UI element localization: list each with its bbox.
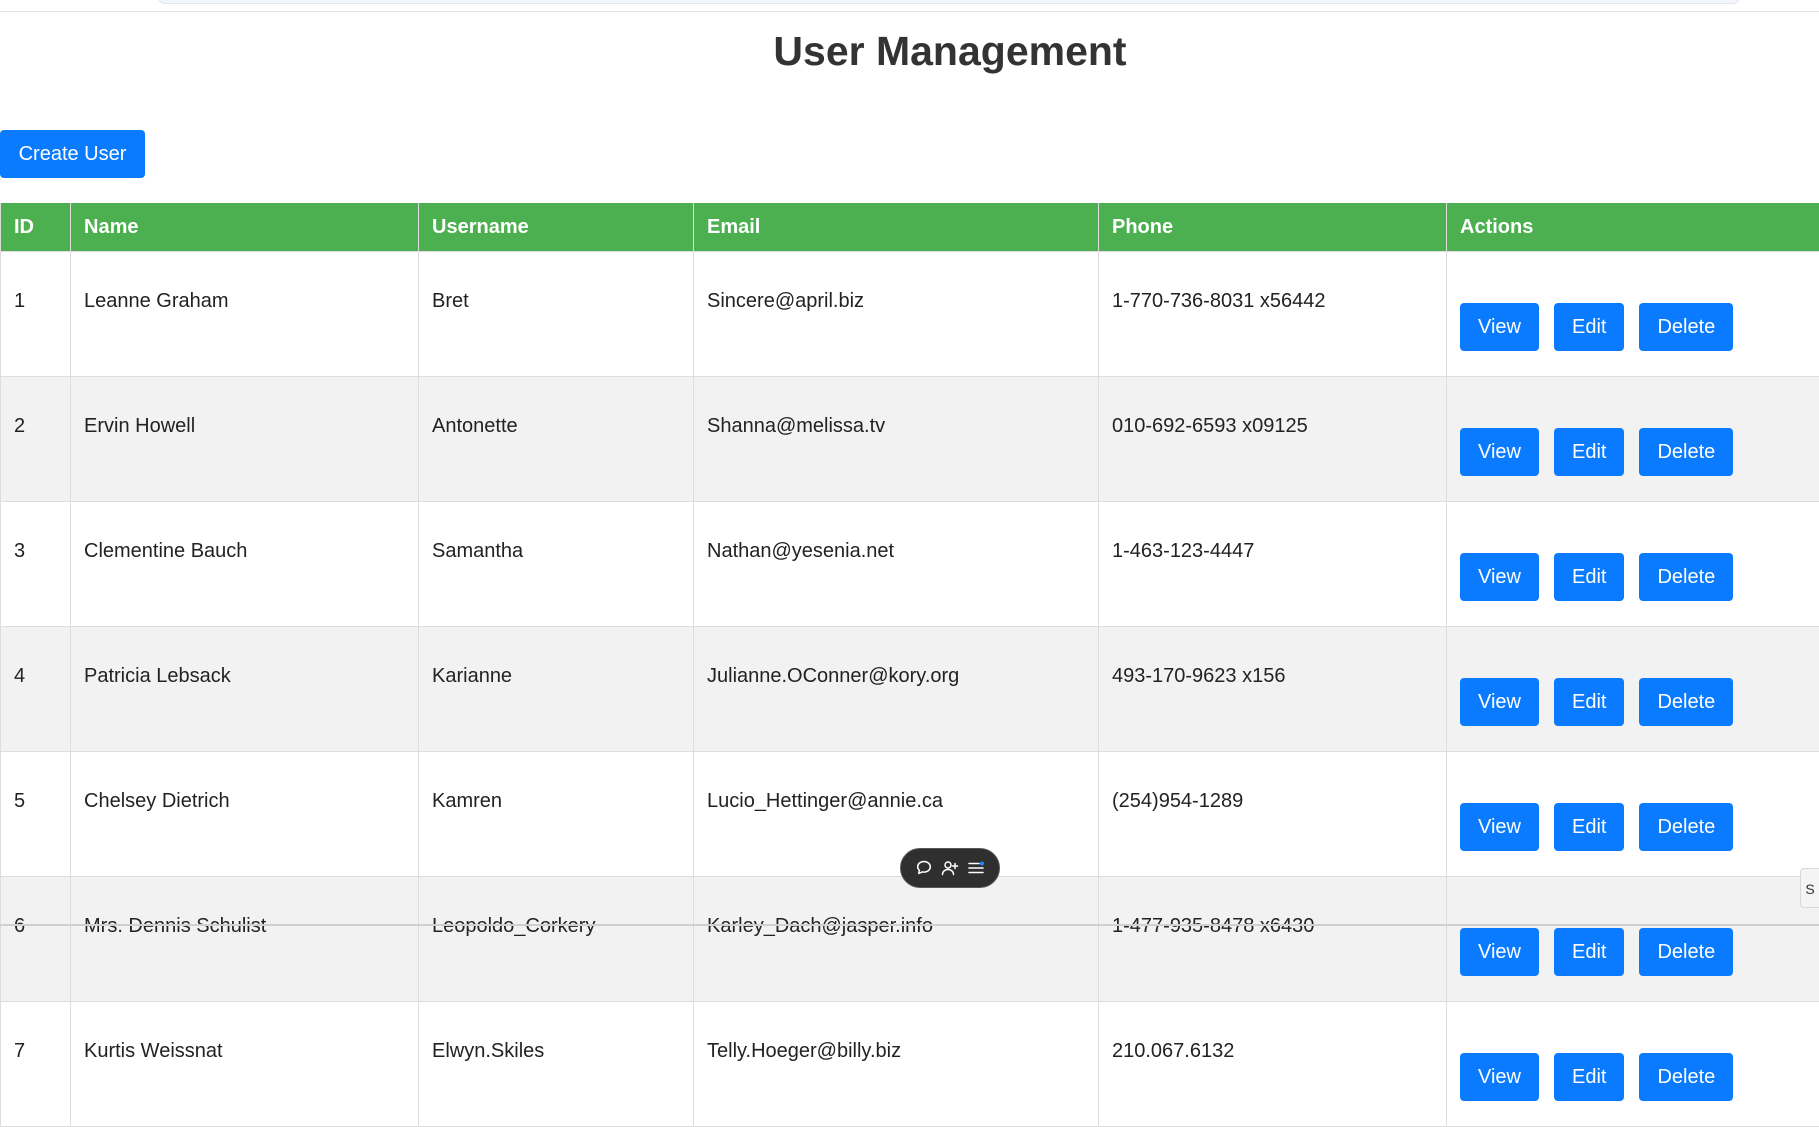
cell-name: Leanne Graham	[71, 252, 419, 377]
edit-button[interactable]: Edit	[1554, 303, 1624, 351]
cell-id: 5	[1, 752, 71, 877]
cell-id: 1	[1, 252, 71, 377]
cell-email: Nathan@yesenia.net	[694, 502, 1099, 627]
cell-id: 7	[1, 1002, 71, 1127]
floating-toolbar	[900, 848, 1000, 888]
cell-phone: 493-170-9623 x156	[1099, 627, 1447, 752]
view-button[interactable]: View	[1460, 553, 1539, 601]
cell-actions: View Edit Delete	[1447, 377, 1819, 502]
browser-top-strip	[0, 0, 1819, 12]
create-user-button[interactable]: Create User	[0, 130, 145, 178]
cell-email: Sincere@april.biz	[694, 252, 1099, 377]
cell-name: Clementine Bauch	[71, 502, 419, 627]
add-user-icon[interactable]	[939, 857, 961, 879]
header-phone: Phone	[1099, 203, 1447, 252]
delete-button[interactable]: Delete	[1639, 303, 1733, 351]
cell-phone: 210.067.6132	[1099, 1002, 1447, 1127]
view-button[interactable]: View	[1460, 1053, 1539, 1101]
cell-email: Telly.Hoeger@billy.biz	[694, 1002, 1099, 1127]
table-row: 2 Ervin Howell Antonette Shanna@melissa.…	[1, 377, 1819, 502]
table-header-row: ID Name Username Email Phone Actions	[1, 203, 1819, 252]
comment-icon[interactable]	[913, 857, 935, 879]
view-button[interactable]: View	[1460, 678, 1539, 726]
cell-actions: View Edit Delete	[1447, 502, 1819, 627]
view-button[interactable]: View	[1460, 803, 1539, 851]
header-name: Name	[71, 203, 419, 252]
edit-button[interactable]: Edit	[1554, 803, 1624, 851]
list-icon[interactable]	[965, 857, 987, 879]
cell-email: Lucio_Hettinger@annie.ca	[694, 752, 1099, 877]
cell-username: Karianne	[419, 627, 694, 752]
header-email: Email	[694, 203, 1099, 252]
edit-button[interactable]: Edit	[1554, 678, 1624, 726]
delete-button[interactable]: Delete	[1639, 1053, 1733, 1101]
cell-phone: (254)954-1289	[1099, 752, 1447, 877]
cell-name: Ervin Howell	[71, 377, 419, 502]
delete-button[interactable]: Delete	[1639, 803, 1733, 851]
cell-actions: View Edit Delete	[1447, 627, 1819, 752]
edit-button[interactable]: Edit	[1554, 428, 1624, 476]
header-actions: Actions	[1447, 203, 1819, 252]
cell-username: Samantha	[419, 502, 694, 627]
cell-username: Kamren	[419, 752, 694, 877]
cell-username: Antonette	[419, 377, 694, 502]
cell-id: 4	[1, 627, 71, 752]
edit-button[interactable]: Edit	[1554, 553, 1624, 601]
cell-actions: View Edit Delete	[1447, 252, 1819, 377]
cell-name: Mrs. Dennis Schulist	[71, 877, 419, 1002]
cell-username: Elwyn.Skiles	[419, 1002, 694, 1127]
cell-username: Bret	[419, 252, 694, 377]
edit-button[interactable]: Edit	[1554, 928, 1624, 976]
cell-id: 6	[1, 877, 71, 1002]
cell-phone: 010-692-6593 x09125	[1099, 377, 1447, 502]
cell-phone: 1-770-736-8031 x56442	[1099, 252, 1447, 377]
edit-button[interactable]: Edit	[1554, 1053, 1624, 1101]
cell-email: Karley_Dach@jasper.info	[694, 877, 1099, 1002]
page-title: User Management	[0, 28, 1819, 75]
table-row: 4 Patricia Lebsack Karianne Julianne.OCo…	[1, 627, 1819, 752]
cell-username: Leopoldo_Corkery	[419, 877, 694, 1002]
users-table: ID Name Username Email Phone Actions 1 L…	[0, 203, 1819, 1127]
cell-name: Patricia Lebsack	[71, 627, 419, 752]
cell-id: 2	[1, 377, 71, 502]
table-row: 7 Kurtis Weissnat Elwyn.Skiles Telly.Hoe…	[1, 1002, 1819, 1127]
cell-actions: View Edit Delete	[1447, 752, 1819, 877]
delete-button[interactable]: Delete	[1639, 678, 1733, 726]
table-row: 1 Leanne Graham Bret Sincere@april.biz 1…	[1, 252, 1819, 377]
cell-actions: View Edit Delete	[1447, 1002, 1819, 1127]
cell-id: 3	[1, 502, 71, 627]
cell-phone: 1-477-935-8478 x6430	[1099, 877, 1447, 1002]
table-row: 6 Mrs. Dennis Schulist Leopoldo_Corkery …	[1, 877, 1819, 1002]
edge-side-tab[interactable]: S	[1800, 868, 1819, 908]
cell-actions: View Edit Delete	[1447, 877, 1819, 1002]
cell-email: Shanna@melissa.tv	[694, 377, 1099, 502]
view-button[interactable]: View	[1460, 303, 1539, 351]
table-row: 3 Clementine Bauch Samantha Nathan@yesen…	[1, 502, 1819, 627]
delete-button[interactable]: Delete	[1639, 553, 1733, 601]
address-bar-edge	[158, 0, 1740, 4]
cell-name: Chelsey Dietrich	[71, 752, 419, 877]
delete-button[interactable]: Delete	[1639, 428, 1733, 476]
cell-name: Kurtis Weissnat	[71, 1002, 419, 1127]
cell-email: Julianne.OConner@kory.org	[694, 627, 1099, 752]
header-username: Username	[419, 203, 694, 252]
header-id: ID	[1, 203, 71, 252]
delete-button[interactable]: Delete	[1639, 928, 1733, 976]
view-button[interactable]: View	[1460, 928, 1539, 976]
view-button[interactable]: View	[1460, 428, 1539, 476]
cell-phone: 1-463-123-4447	[1099, 502, 1447, 627]
